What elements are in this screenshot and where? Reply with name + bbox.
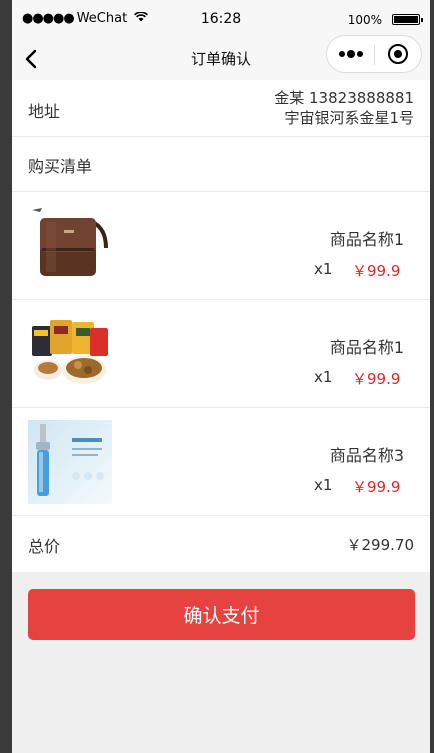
status-bar: ●●●●● WeChat 16:28 100%: [12, 0, 430, 38]
total-row: 总价 ￥299.70: [12, 516, 430, 572]
more-menu-icon[interactable]: [327, 36, 374, 72]
purchase-list-header: 购买清单: [12, 137, 430, 192]
product-price: ￥99.9: [352, 370, 401, 388]
product-quantity: x1: [314, 476, 333, 494]
confirm-pay-button[interactable]: 确认支付: [28, 589, 415, 640]
battery-percent: 100%: [347, 13, 382, 27]
total-value: ￥299.70: [346, 536, 415, 554]
product-name: 商品名称1: [329, 338, 404, 357]
product-image-snacks: [28, 312, 112, 396]
product-name: 商品名称3: [329, 446, 404, 465]
address-row[interactable]: 地址 金某 13823888881 宇宙银河系金星1号: [12, 80, 430, 137]
navigation-bar: 订单确认: [12, 35, 430, 80]
product-price: ￥99.9: [352, 262, 401, 280]
purchase-list-label: 购买清单: [28, 157, 93, 176]
list-item[interactable]: 商品名称3 x1 ￥99.9: [12, 408, 430, 516]
address-info: 金某 13823888881 宇宙银河系金星1号: [274, 88, 414, 128]
total-label: 总价: [28, 537, 61, 556]
product-image-bag: [28, 204, 112, 288]
phone-screen: ●●●●● WeChat 16:28 100% 订单确认 地址 金某 13823…: [12, 0, 430, 753]
battery-icon: [392, 14, 423, 25]
order-content: 地址 金某 13823888881 宇宙银河系金星1号 购买清单 商品名称1 x…: [12, 80, 430, 640]
close-miniprogram-icon[interactable]: [375, 36, 421, 72]
miniprogram-capsule: [326, 35, 422, 73]
list-item[interactable]: 商品名称1 x1 ￥99.9: [12, 300, 430, 408]
receiver-address: 宇宙银河系金星1号: [284, 109, 414, 127]
product-quantity: x1: [314, 260, 333, 278]
list-item[interactable]: 商品名称1 x1 ￥99.9: [12, 192, 430, 300]
receiver-name-phone: 金某 13823888881: [274, 89, 414, 107]
product-quantity: x1: [314, 368, 333, 386]
product-price: ￥99.9: [352, 478, 401, 496]
product-name: 商品名称1: [329, 230, 404, 249]
product-image-serum: [28, 420, 112, 504]
address-label: 地址: [28, 102, 61, 121]
